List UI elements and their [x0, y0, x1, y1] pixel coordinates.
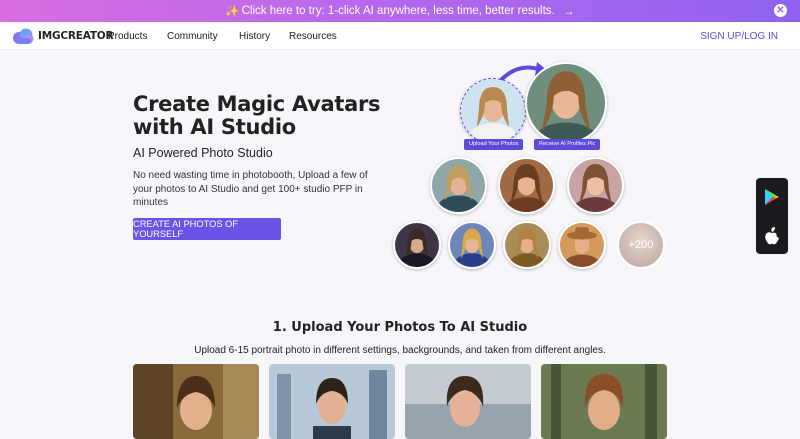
upload-photos-label: Upload Your Photos: [464, 139, 524, 150]
avatar-hero-armor: [430, 157, 487, 214]
promo-banner[interactable]: ✨ Click here to try: 1-click AI anywhere…: [0, 0, 800, 22]
signup-login-link[interactable]: SIGN UP/LOG IN: [700, 31, 778, 42]
receive-profiles-label: Receive AI Profiles Pic: [534, 139, 601, 150]
arrow-right-icon: →: [562, 4, 575, 18]
sample-photo-city: [269, 364, 395, 439]
promo-text: Click here to try: 1-click AI anywhere, …: [241, 5, 555, 17]
avatar-fantasy-portrait: [567, 157, 624, 214]
sparkles-icon: ✨: [225, 6, 240, 18]
ai-profile-avatar: [525, 62, 607, 144]
create-ai-photos-button[interactable]: CREATE AI PHOTOS OF YOURSELF: [133, 218, 281, 240]
section-description: Upload 6-15 portrait photo in different …: [194, 345, 606, 356]
top-navigation: IMGCREATOR Products Community History Re…: [0, 22, 800, 50]
sample-photo-woods: [541, 364, 667, 439]
nav-item-products[interactable]: Products: [108, 31, 147, 42]
logo-text: IMGCREATOR: [38, 30, 114, 42]
avatar-super-hero: [448, 221, 496, 269]
apple-icon[interactable]: [764, 227, 780, 245]
sample-photo-skyline: [405, 364, 531, 439]
avatar-dark-warrior: [393, 221, 441, 269]
section-title: 1. Upload Your Photos To AI Studio: [272, 320, 528, 335]
logo[interactable]: IMGCREATOR: [11, 27, 114, 45]
more-avatars-count: +200: [617, 221, 665, 269]
upload-photo-avatar: [460, 78, 526, 144]
avatar-warm-portrait: [498, 157, 555, 214]
sample-photo-forest: [133, 364, 259, 439]
hero-subtitle: AI Powered Photo Studio: [133, 146, 273, 160]
nav-item-resources[interactable]: Resources: [289, 31, 337, 42]
google-play-icon[interactable]: [764, 188, 780, 206]
hero-description: No need wasting time in photobooth, Uplo…: [133, 170, 368, 208]
avatar-golden-armor: [503, 221, 551, 269]
cloud-logo-icon: [11, 27, 35, 45]
close-icon[interactable]: ✕: [774, 4, 787, 17]
nav-item-community[interactable]: Community: [167, 31, 218, 42]
nav-item-history[interactable]: History: [239, 31, 270, 42]
app-store-badges: [756, 178, 788, 254]
avatar-cowboy-portrait: [558, 221, 606, 269]
hero-title: Create Magic Avatars with AI Studio: [133, 92, 381, 139]
